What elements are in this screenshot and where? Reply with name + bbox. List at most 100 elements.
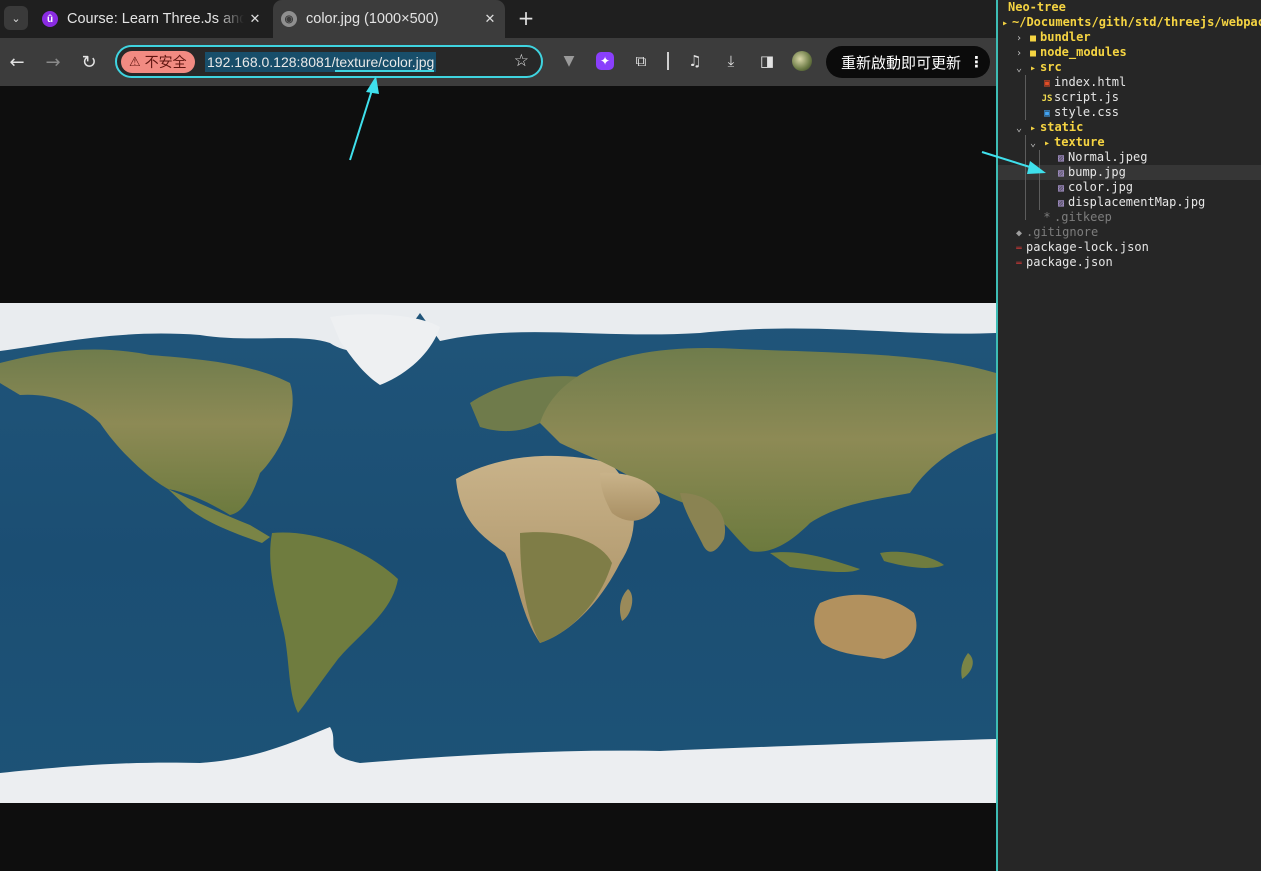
tree-root[interactable]: ▸ ~/Documents/gith/std/threejs/webpack (998, 15, 1261, 30)
tree-dir-src[interactable]: ⌄ ▸ src (998, 60, 1261, 75)
chevron-down-icon: ⌄ (1015, 63, 1023, 74)
chevron-right-icon: › (1015, 48, 1023, 59)
tree-item-label: .gitkeep (1054, 210, 1112, 224)
chevron-down-icon: ⌄ (11, 11, 21, 25)
tree-file-gitignore[interactable]: ◆ .gitignore (998, 225, 1261, 240)
reload-button[interactable]: ↻ (77, 50, 101, 74)
tree-file-color-jpg[interactable]: ▨ color.jpg (998, 180, 1261, 195)
tree-item-label: index.html (1054, 75, 1127, 89)
indent-guide (1039, 150, 1040, 210)
toolbar-divider (667, 52, 669, 70)
tree-item-label: color.jpg (1068, 180, 1134, 194)
indent-guide (1025, 75, 1026, 120)
chevron-right-icon: › (1015, 33, 1023, 44)
update-label: 重新啟動即可更新 (841, 53, 962, 72)
indent-guide (1025, 135, 1026, 220)
forward-button[interactable]: → (41, 50, 65, 74)
reload-icon: ↻ (81, 51, 97, 73)
tree-item-label: bundler (1040, 30, 1091, 44)
tree-file-style-css[interactable]: ▣ style.css (998, 105, 1261, 120)
udemy-u-icon: û (42, 11, 58, 27)
relaunch-to-update-button[interactable]: 重新啟動即可更新 ⋮ (826, 46, 990, 78)
browser-window: ⌄ û Course: Learn Three.Js and ✕ ◉ color… (0, 0, 996, 871)
bookmark-star-icon[interactable]: ☆ (514, 51, 529, 71)
tree-item-label: bump.jpg (1068, 165, 1126, 179)
chevron-down-icon: ⌄ (1015, 123, 1023, 134)
root-path: ~/Documents/gith/std/threejs/webpack (1012, 15, 1261, 29)
html-file-icon: ▣ (1043, 78, 1051, 89)
css-file-icon: ▣ (1043, 108, 1051, 119)
purple-extension-icon[interactable]: ✦ (596, 52, 614, 70)
tree-item-label: texture (1054, 135, 1105, 149)
image-file-icon: ▨ (1057, 183, 1065, 194)
back-button[interactable]: ← (5, 50, 29, 74)
tree-item-label: static (1040, 120, 1084, 134)
tree-item-label: .gitignore (1026, 225, 1099, 239)
globe-icon: ◉ (281, 11, 297, 27)
world-map-image (0, 303, 996, 803)
menu-icon: ⋮ (969, 53, 985, 71)
tree-item-label: Normal.jpeg (1068, 150, 1148, 164)
tree-file-bump-jpg[interactable]: ▨ bump.jpg (998, 165, 1261, 180)
security-chip[interactable]: ⚠ 不安全 (121, 51, 195, 73)
url-host: 192.168.0.128:8081/ (207, 54, 336, 70)
url-path: texture/color.jpg (335, 54, 435, 72)
tab-search-button[interactable]: ⌄ (4, 6, 28, 30)
tree-dir-node-modules[interactable]: › ■ node_modules (998, 45, 1261, 60)
tree-file-index-html[interactable]: ▣ index.html (998, 75, 1261, 90)
warning-icon: ⚠ (129, 54, 141, 70)
tree-item-label: package.json (1026, 255, 1113, 269)
git-file-icon: ◆ (1015, 228, 1023, 239)
tree-file-displacementmap-jpg[interactable]: ▨ displacementMap.jpg (998, 195, 1261, 210)
tree-dir-static[interactable]: ⌄ ▸ static (998, 120, 1261, 135)
folder-icon: ■ (1029, 33, 1037, 44)
puzzle-icon[interactable]: ⧉ (630, 50, 652, 72)
tree-item-label: style.css (1054, 105, 1120, 119)
vivaldi-v-icon[interactable]: ▼ (558, 50, 580, 72)
side-panel-icon[interactable]: ◨ (756, 50, 778, 72)
folder-open-icon: ▸ (1029, 123, 1037, 134)
folder-open-icon: ▸ (1029, 63, 1037, 74)
neo-tree-panel: Neo-tree ▸ ~/Documents/gith/std/threejs/w… (996, 0, 1261, 871)
arrow-right-icon: → (45, 51, 61, 73)
npm-file-icon: ═ (1016, 259, 1022, 269)
tree-item-label: node_modules (1040, 45, 1127, 59)
tab-title: color.jpg (1000×500) (306, 11, 439, 27)
chevron-down-icon: ⌄ (1029, 138, 1037, 149)
tree-item-label: script.js (1054, 90, 1120, 104)
neo-tree-title: Neo-tree (1008, 0, 1066, 14)
tree-file-script-js[interactable]: JS script.js (998, 90, 1261, 105)
tree-file-gitkeep[interactable]: * .gitkeep (998, 210, 1261, 225)
tree-file-normal-jpeg[interactable]: ▨ Normal.jpeg (998, 150, 1261, 165)
tree-item-label: src (1040, 60, 1062, 74)
close-icon[interactable]: ✕ (479, 11, 501, 27)
tab-bar: ⌄ û Course: Learn Three.Js and ✕ ◉ color… (0, 0, 996, 38)
folder-open-icon: ▸ (1001, 18, 1009, 29)
image-file-icon: ▨ (1057, 153, 1065, 164)
tree-file-package-lock-json[interactable]: ═ package-lock.json (998, 240, 1261, 255)
plus-icon: + (517, 6, 535, 30)
folder-icon: ■ (1029, 48, 1037, 59)
media-controls-icon[interactable]: ♫ (684, 50, 706, 72)
url-text[interactable]: 192.168.0.128:8081/texture/color.jpg (205, 52, 437, 72)
close-icon[interactable]: ✕ (244, 11, 266, 27)
hidden-file-icon: * (1043, 210, 1051, 224)
new-tab-button[interactable]: + (514, 6, 538, 30)
address-bar[interactable]: ⚠ 不安全 192.168.0.128:8081/texture/color.j… (115, 45, 543, 78)
download-icon[interactable]: ⤓ (720, 50, 742, 72)
security-label: 不安全 (144, 55, 187, 71)
page-viewport (0, 86, 996, 871)
tree-dir-bundler[interactable]: › ■ bundler (998, 30, 1261, 45)
folder-open-icon: ▸ (1043, 138, 1051, 149)
arrow-left-icon: ← (9, 51, 25, 73)
tab-color-jpg[interactable]: ◉ color.jpg (1000×500) ✕ (273, 0, 505, 38)
tab-course[interactable]: û Course: Learn Three.Js and ✕ (34, 0, 270, 38)
tree-item-label: package-lock.json (1026, 240, 1149, 254)
tree-item-label: displacementMap.jpg (1068, 195, 1206, 209)
tree-file-package-json[interactable]: ═ package.json (998, 255, 1261, 270)
profile-avatar[interactable] (792, 51, 812, 71)
image-file-icon: ▨ (1057, 168, 1065, 179)
tab-title: Course: Learn Three.Js and (67, 11, 244, 27)
image-file-icon: ▨ (1057, 198, 1065, 209)
tree-dir-texture[interactable]: ⌄ ▸ texture (998, 135, 1261, 150)
